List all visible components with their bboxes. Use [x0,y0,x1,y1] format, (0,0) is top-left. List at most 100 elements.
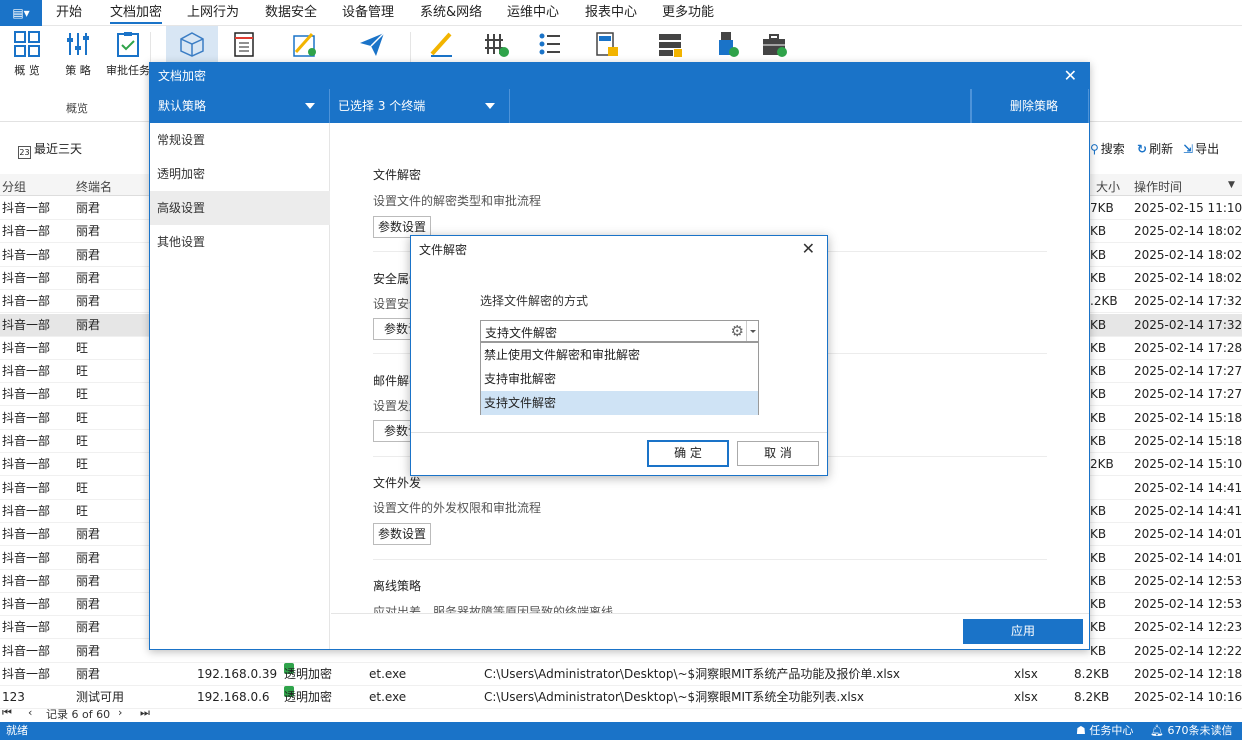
menu-tab-more[interactable]: 更多功能 [662,0,714,26]
cell-type-label: 透明加密 [284,667,333,681]
refresh-label: 刷新 [1149,142,1174,156]
sort-down-icon[interactable]: ▼ [1228,180,1235,190]
chevron-down-icon[interactable] [746,321,758,341]
header-group[interactable]: 分组 [2,178,26,195]
cell-terminal: 丽君 [76,247,101,262]
cell-size: KB [1090,410,1107,425]
cell-terminal: 丽君 [76,620,101,635]
cell-size: KB [1090,387,1107,402]
cell-group: 抖音一部 [2,294,51,309]
menu-tab-start[interactable]: 开始 [56,0,82,26]
decrypt-method-value: 支持文件解密 [485,326,558,340]
menu-tab-doc-encrypt[interactable]: 文档加密 [110,0,163,26]
cell-terminal: 丽君 [76,573,101,588]
terminal-select[interactable]: 已选择 3 个终端 [330,89,510,123]
cell-terminal: 丽君 [76,294,101,309]
ribbon-group-label: 概览 [66,102,88,115]
cancel-button[interactable]: 取 消 [737,441,819,466]
cell-size: KB [1090,270,1107,285]
close-icon[interactable]: ✕ [802,239,815,258]
approval-button[interactable]: 审批任务 [106,30,150,82]
recent-days-filter[interactable]: 23 最近三天 [18,140,82,159]
cell-time: 2025-02-14 15:18:12 [1134,434,1242,448]
menu-tab-device[interactable]: 设备管理 [342,0,394,26]
task-center-link[interactable]: ☗ 任务中心 [1076,722,1133,740]
search-label: 搜索 [1100,142,1125,156]
nav-general[interactable]: 常规设置 [150,123,330,157]
dialog-close-icon[interactable]: ✕ [1064,63,1077,89]
option-file-decrypt[interactable]: 支持文件解密 [481,391,758,415]
menu-tab-internet[interactable]: 上网行为 [187,0,239,26]
gear-icon[interactable]: ⚙ [731,322,744,340]
search-button[interactable]: ⚲ 搜索 [1090,140,1125,157]
cell-terminal: 丽君 [76,201,101,215]
nav-other[interactable]: 其他设置 [150,225,330,259]
apply-button[interactable]: 应用 [963,619,1083,644]
menu-tab-ops[interactable]: 运维中心 [507,0,559,26]
cell-group: 抖音一部 [2,317,51,332]
policy-select[interactable]: 默认策略 [150,89,330,123]
option-forbid-decrypt[interactable]: 禁止使用文件解密和审批解密 [481,343,758,367]
export-icon: ⇲ [1183,142,1194,156]
cell-time: 2025-02-14 14:01:30 [1134,527,1242,542]
nav-advanced[interactable]: 高级设置 [150,191,330,225]
option-approval-decrypt[interactable]: 支持审批解密 [481,367,758,391]
cell-ip: 192.168.0.39 [197,667,278,681]
refresh-button[interactable]: ↻ 刷新 [1137,140,1173,157]
cell-terminal: 丽君 [76,643,101,658]
menu-tab-data-security[interactable]: 数据安全 [265,0,317,26]
cell-time: 2025-02-14 12:22:28 [1134,643,1242,658]
cell-terminal: 丽君 [76,527,101,542]
menu-tab-reports[interactable]: 报表中心 [585,0,637,26]
policy-button[interactable]: 策 略 [56,30,100,82]
app-menu-button[interactable]: ▤▾ [0,0,42,26]
cell-terminal: 旺 [76,410,89,425]
nav-transparent[interactable]: 透明加密 [150,157,330,191]
cell-terminal: 旺 [76,387,89,402]
ok-button[interactable]: 确 定 [647,440,729,467]
cell-group: 抖音一部 [2,434,51,448]
cell-group: 抖音一部 [2,620,51,635]
param-settings-button[interactable]: 参数设置 [373,523,431,545]
status-bar: 就绪 ☗ 任务中心 🔔︎ 670条未读信息 [0,722,1242,740]
cell-path: C:\Users\Administrator\Desktop\~$洞察眼MIT系… [484,667,901,681]
menu-tab-system-network[interactable]: 系统&网络 [420,0,482,26]
overview-button[interactable]: 概 览 [5,30,49,82]
cell-size: KB [1090,597,1107,612]
firewall-icon [485,34,509,57]
last-page-icon[interactable]: ⏭ [140,706,150,720]
cell-time: 2025-02-14 12:53:55 [1134,573,1242,588]
cell-group: 抖音一部 [2,457,51,472]
cell-size: KB [1090,503,1107,518]
pager-text: 记录 6 of 60 [46,708,111,721]
cell-time: 2025-02-14 15:10:38 [1134,457,1242,472]
pager: ⏮ ‹ 记录 6 of 60 › ⏭ [0,706,1242,722]
delete-policy-button[interactable]: 删除策略 [971,89,1089,123]
export-button[interactable]: ⇲ 导出 [1183,140,1219,157]
decrypt-method-select[interactable]: 支持文件解密 ⚙ [480,320,759,342]
cell-process: et.exe [369,667,407,681]
cell-terminal: 旺 [76,364,89,379]
cell-group: 抖音一部 [2,364,51,379]
header-terminal[interactable]: 终端名 [76,178,112,195]
file-decrypt-dialog: 文件解密 ✕ 选择文件解密的方式 支持文件解密 ⚙ 禁止使用文件解密和审批解密 … [410,235,828,476]
search-icon: ⚲ [1090,142,1099,156]
cell-terminal: 丽君 [76,597,101,612]
transparent-encrypt-button[interactable] [166,26,218,62]
header-size[interactable]: 大小 [1096,178,1120,195]
cell-size: KB [1090,434,1107,448]
prev-page-icon[interactable]: ‹ [28,706,32,719]
table-row[interactable]: 抖音一部 丽君 192.168.0.39 透明加密 et.exe C:\User… [0,663,1242,686]
policy-select-value: 默认策略 [158,99,207,113]
first-page-icon[interactable]: ⏮ [2,706,12,720]
header-time[interactable]: 操作时间 [1134,178,1182,195]
section-title: 离线策略 [373,579,422,593]
cell-time: 2025-02-14 17:32:34 [1134,317,1242,332]
approval-icon [117,32,139,57]
cell-time: 2025-02-14 17:28:08 [1134,340,1242,355]
cell-time: 2025-02-14 18:02:34 [1134,224,1242,239]
cell-group: 抖音一部 [2,340,51,355]
cell-size: KB [1090,527,1107,542]
next-page-icon[interactable]: › [118,706,122,719]
unread-messages-link[interactable]: 🔔︎ 670条未读信息 [1150,722,1242,740]
